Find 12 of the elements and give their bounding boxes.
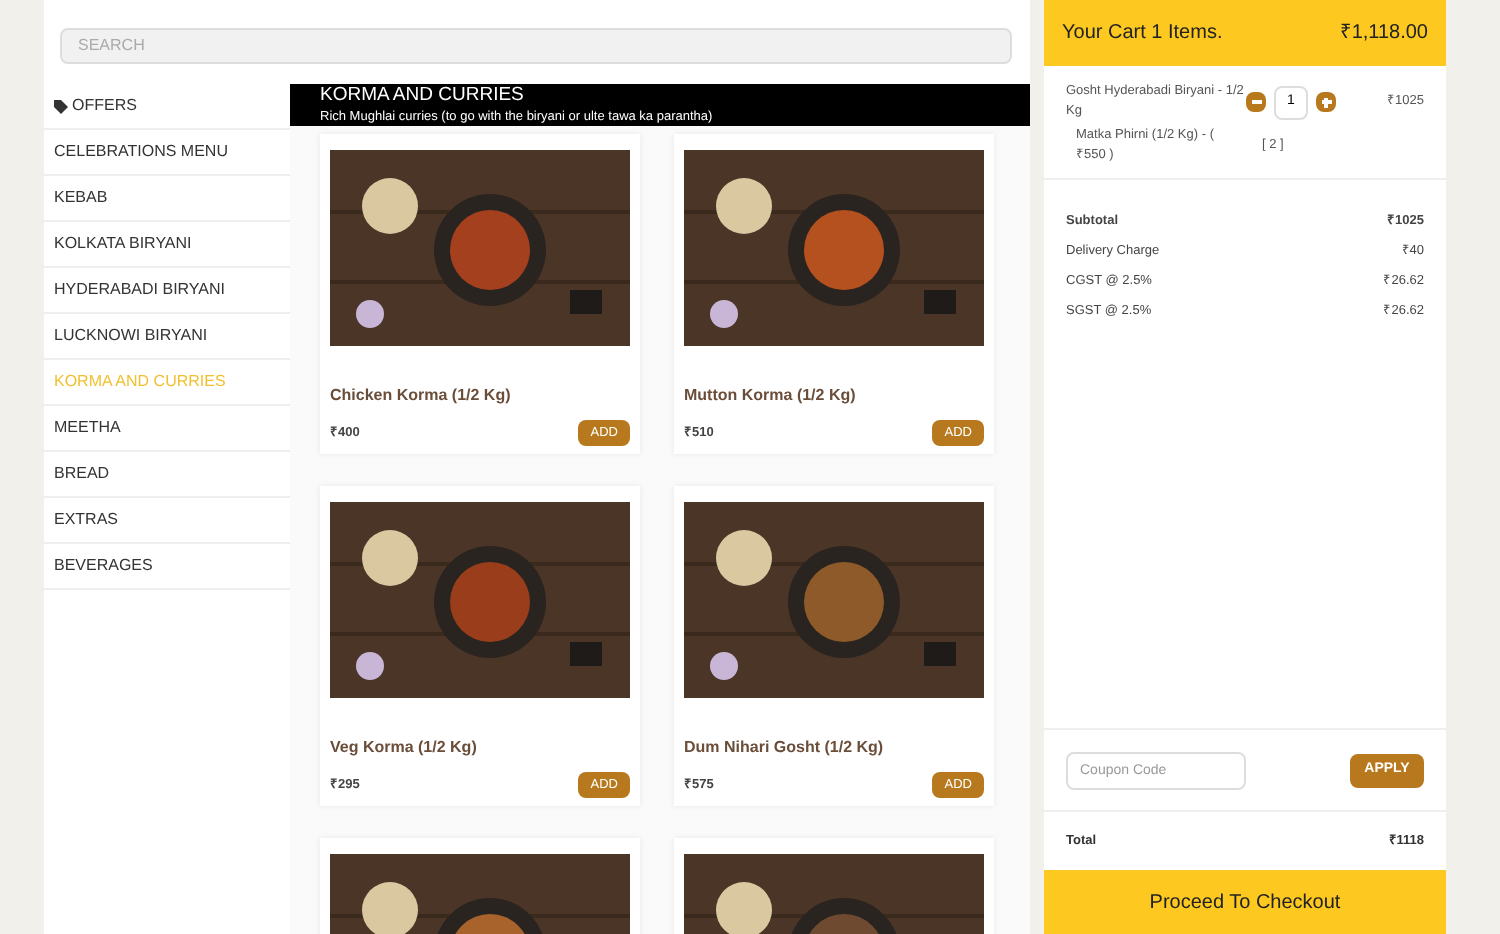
section-title: KORMA AND CURRIES	[320, 84, 526, 108]
plus-button[interactable]	[1316, 92, 1336, 112]
product-name: Mutton Korma (1/2 Kg)	[684, 384, 858, 408]
checkout-button[interactable]: Proceed To Checkout	[1044, 870, 1446, 934]
product-name: Veg Korma (1/2 Kg)	[330, 736, 479, 760]
product-name: Chicken Korma (1/2 Kg)	[330, 384, 513, 408]
product-name: Dum Nihari Gosht (1/2 Kg)	[684, 736, 886, 760]
cart-total: ₹1,118.00	[1339, 20, 1428, 48]
search-field[interactable]: SEARCH	[60, 27, 1012, 63]
minus-button[interactable]	[1246, 92, 1266, 112]
tag-icon	[54, 99, 68, 113]
cart-title: Your Cart 1 Items.	[1062, 20, 1223, 48]
